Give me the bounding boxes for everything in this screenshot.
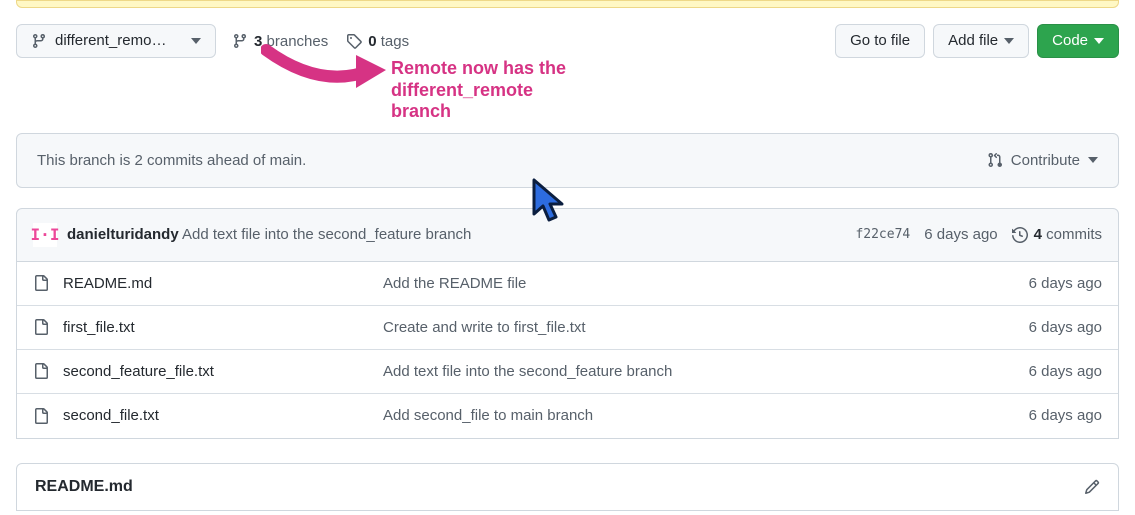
branch-icon [232, 33, 248, 49]
pull-request-icon [987, 152, 1003, 168]
caret-down-icon [1004, 38, 1014, 44]
commits-link[interactable]: 4 commits [1012, 226, 1102, 243]
file-commit-msg[interactable]: Add the README file [383, 275, 526, 292]
file-icon [33, 408, 49, 424]
pencil-icon [1084, 479, 1100, 495]
commit-sha[interactable]: f22ce74 [855, 227, 910, 242]
file-icon [33, 363, 49, 379]
file-row: README.md Add the README file 6 days ago [17, 262, 1118, 306]
go-to-file-label: Go to file [850, 31, 910, 51]
file-time: 6 days ago [962, 319, 1102, 336]
file-name-link[interactable]: first_file.txt [63, 319, 135, 336]
readme-title: README.md [35, 478, 133, 496]
annotation-line-3: branch [391, 101, 1119, 123]
caret-down-icon [1094, 38, 1104, 44]
mouse-cursor-icon [530, 178, 570, 226]
annotation-callout: Remote now has the different_remote bran… [391, 58, 1119, 123]
file-name-link[interactable]: README.md [63, 275, 152, 292]
file-name-link[interactable]: second_feature_file.txt [63, 363, 214, 380]
edit-readme-button[interactable] [1084, 479, 1100, 495]
file-list: README.mdAdd the README file6 days agofi… [16, 262, 1119, 439]
commits-number: 4 [1034, 226, 1042, 243]
file-row: second_file.txt Add second_file to main b… [17, 394, 1118, 438]
file-commit-msg[interactable]: Create and write to first_file.txt [383, 319, 586, 336]
branch-icon [31, 33, 47, 49]
file-icon [33, 319, 49, 335]
contribute-label: Contribute [1011, 152, 1080, 169]
commit-message[interactable]: Add text file into the second_feature br… [182, 226, 471, 243]
history-icon [1012, 227, 1028, 243]
code-button[interactable]: Code [1037, 24, 1119, 58]
branch-name-label: different_remo… [55, 31, 185, 51]
commit-summary: danielturidandy Add text file into the s… [67, 226, 471, 243]
ahead-text: This branch is 2 commits ahead of main. [37, 152, 306, 169]
branch-select-button[interactable]: different_remo… [16, 24, 216, 58]
commit-author[interactable]: danielturidandy [67, 226, 179, 243]
caret-down-icon [1088, 157, 1098, 163]
commits-label: commits [1046, 226, 1102, 243]
readme-header: README.md [16, 463, 1119, 511]
file-icon [33, 275, 49, 291]
avatar[interactable]: I·I [33, 223, 57, 247]
file-time: 6 days ago [962, 275, 1102, 292]
code-label: Code [1052, 31, 1088, 51]
file-commit-msg[interactable]: Add text file into the second_feature br… [383, 363, 672, 380]
add-file-button[interactable]: Add file [933, 24, 1029, 58]
annotation-line-2: different_remote [391, 80, 1119, 102]
repo-nav-row: different_remo… 3 branches 0 tags Go to … [16, 24, 1119, 58]
annotation-arrow-icon [261, 30, 391, 100]
caret-down-icon [191, 38, 201, 44]
action-buttons: Go to file Add file Code [835, 24, 1119, 58]
flash-banner [16, 0, 1119, 8]
file-row: second_feature_file.txt Add text file int… [17, 350, 1118, 394]
file-row: first_file.txt Create and write to first_… [17, 306, 1118, 350]
annotation-line-1: Remote now has the [391, 58, 1119, 80]
file-commit-msg[interactable]: Add second_file to main branch [383, 407, 593, 424]
go-to-file-button[interactable]: Go to file [835, 24, 925, 58]
commit-meta: f22ce74 6 days ago 4 commits [855, 226, 1102, 243]
file-time: 6 days ago [962, 363, 1102, 380]
file-time: 6 days ago [962, 407, 1102, 424]
commit-time: 6 days ago [924, 226, 997, 243]
contribute-button[interactable]: Contribute [987, 152, 1098, 169]
add-file-label: Add file [948, 31, 998, 51]
file-name-link[interactable]: second_file.txt [63, 407, 159, 424]
